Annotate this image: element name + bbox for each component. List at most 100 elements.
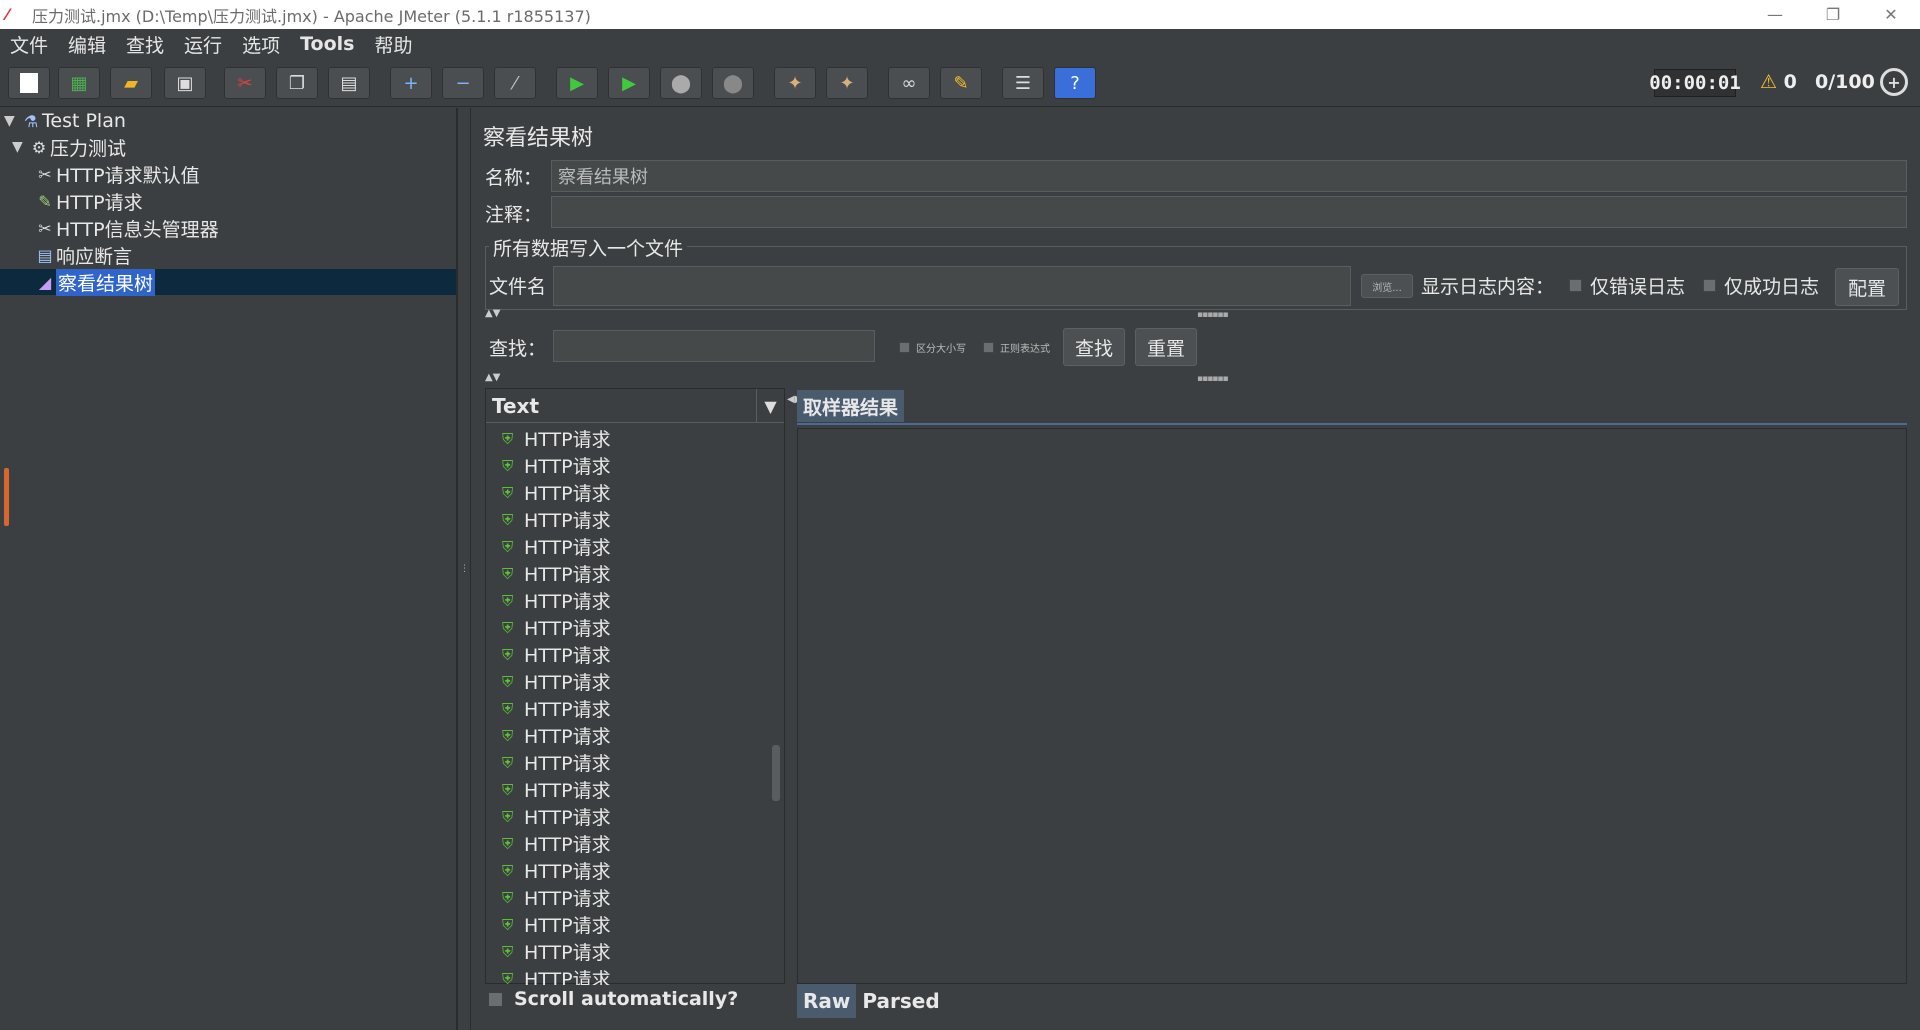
list-item[interactable]: ⛨ HTTP请求 (502, 938, 611, 965)
shutdown-icon[interactable]: ⬤ (712, 67, 754, 99)
filename-label: 文件名 (489, 276, 547, 298)
errors-only-checkbox[interactable]: 仅错误日志 (1569, 272, 1685, 299)
tab-parsed[interactable]: Parsed (856, 984, 945, 1018)
list-item[interactable]: ⛨ HTTP请求 (502, 533, 611, 560)
browse-button[interactable]: 浏览... (1361, 274, 1413, 298)
list-item[interactable]: ⛨ HTTP请求 (502, 668, 611, 695)
splitter-grip-icon[interactable]: ▪▪▪▪▪▪ (1197, 374, 1229, 384)
sample-list[interactable]: ⛨ HTTP请求 ⛨ HTTP请求 ⛨ HTTP请求 ⛨ HTTP请求 ⛨ HTTP请求 … (486, 425, 784, 985)
checkbox-box[interactable] (1703, 279, 1716, 292)
list-scrollbar-thumb[interactable] (772, 745, 780, 801)
list-item[interactable]: ⛨ HTTP请求 (502, 560, 611, 587)
list-item-label: HTTP请求 (524, 510, 611, 532)
list-item[interactable]: ⛨ HTTP请求 (502, 803, 611, 830)
warning-counter[interactable]: ⚠ 0 (1760, 71, 1797, 93)
tree-node-thread-group[interactable]: ▼ ⚙ 压力测试 (12, 134, 126, 160)
collapse-arrows-icon[interactable]: ▲▼ (485, 372, 500, 383)
renderer-select-label[interactable]: Text (492, 394, 539, 418)
list-item[interactable]: ⛨ HTTP请求 (502, 965, 611, 985)
close-button[interactable]: ✕ (1862, 0, 1920, 29)
tree-node-header-manager[interactable]: ✂ HTTP信息头管理器 (34, 215, 219, 241)
help-icon[interactable]: ? (1054, 67, 1096, 99)
chevron-down-icon[interactable]: ▼ (756, 389, 784, 423)
splitter-grip-icon[interactable]: ▪▪▪▪▪▪ (1197, 310, 1229, 320)
tree-node-http-defaults[interactable]: ✂ HTTP请求默认值 (34, 161, 199, 187)
list-item[interactable]: ⛨ HTTP请求 (502, 695, 611, 722)
collapse-icon[interactable]: − (442, 67, 484, 99)
reset-button[interactable]: 重置 (1135, 328, 1197, 366)
list-item[interactable]: ⛨ HTTP请求 (502, 722, 611, 749)
copy-icon[interactable]: ❐ (276, 67, 318, 99)
list-item[interactable]: ⛨ HTTP请求 (502, 911, 611, 938)
comment-field[interactable] (551, 196, 1907, 228)
toggle-icon[interactable]: ⁄ (494, 67, 536, 99)
scroll-automatically-checkbox[interactable]: Scroll automatically? (489, 988, 738, 1010)
collapse-arrows-icon[interactable]: ▲▼ (485, 308, 500, 319)
templates-icon[interactable]: ▦ (58, 67, 100, 99)
clear-icon[interactable]: ✦ (774, 67, 816, 99)
remote-globe-icon[interactable]: + (1880, 68, 1908, 96)
search-button[interactable]: 查找 (1063, 328, 1125, 366)
paste-icon[interactable]: ▤ (328, 67, 370, 99)
tab-sampler-result[interactable]: 取样器结果 (797, 390, 905, 422)
list-item[interactable]: ⛨ HTTP请求 (502, 857, 611, 884)
menu-file[interactable]: 文件 (0, 31, 58, 58)
list-item[interactable]: ⛨ HTTP请求 (502, 479, 611, 506)
tree-node-view-results-tree[interactable]: ◢ 察看结果树 (0, 268, 456, 296)
list-item[interactable]: ⛨ HTTP请求 (502, 884, 611, 911)
tab-raw[interactable]: Raw (797, 984, 857, 1018)
cut-icon[interactable]: ✂ (224, 67, 266, 99)
list-item[interactable]: ⛨ HTTP请求 (502, 506, 611, 533)
list-item[interactable]: ⛨ HTTP请求 (502, 830, 611, 857)
save-icon[interactable]: ▣ (164, 67, 206, 99)
list-item[interactable]: ⛨ HTTP请求 (502, 425, 611, 452)
list-item[interactable]: ⛨ HTTP请求 (502, 614, 611, 641)
case-sensitive-checkbox[interactable]: 区分大小写 (899, 340, 966, 355)
result-content-area[interactable] (797, 428, 1907, 984)
tree-node-test-plan[interactable]: ▼ ⚗ Test Plan (4, 108, 126, 134)
search-input[interactable] (553, 330, 875, 362)
configure-button[interactable]: 配置 (1835, 268, 1899, 306)
name-field[interactable]: 察看结果树 (551, 160, 1907, 192)
open-icon[interactable]: ▰ (110, 67, 152, 99)
checkbox-box[interactable] (983, 342, 994, 353)
list-item[interactable]: ⛨ HTTP请求 (502, 641, 611, 668)
errors-only-label: 仅错误日志 (1590, 276, 1686, 298)
menu-help[interactable]: 帮助 (364, 31, 422, 58)
start-no-pause-icon[interactable]: ▶ (608, 67, 650, 99)
tree-node-label: HTTP信息头管理器 (56, 218, 219, 241)
success-only-checkbox[interactable]: 仅成功日志 (1703, 272, 1819, 299)
clear-all-icon[interactable]: ✦ (826, 67, 868, 99)
function-helper-icon[interactable]: ☰ (1002, 67, 1044, 99)
result-detail-panel: 取样器结果 (797, 388, 1909, 984)
minimize-button[interactable]: — (1746, 0, 1804, 29)
menu-options[interactable]: 选项 (232, 31, 290, 58)
menu-search[interactable]: 查找 (116, 31, 174, 58)
stop-icon[interactable]: ⬤ (660, 67, 702, 99)
menu-edit[interactable]: 编辑 (58, 31, 116, 58)
checkbox-box[interactable] (1569, 279, 1582, 292)
list-item[interactable]: ⛨ HTTP请求 (502, 452, 611, 479)
split-pane-divider[interactable]: ⋮ (460, 108, 470, 1030)
menu-run[interactable]: 运行 (174, 31, 232, 58)
list-item[interactable]: ⛨ HTTP请求 (502, 749, 611, 776)
list-item-label: HTTP请求 (524, 834, 611, 856)
success-shield-icon: ⛨ (502, 483, 514, 502)
checkbox-box[interactable] (899, 342, 910, 353)
menu-tools[interactable]: Tools (290, 33, 364, 55)
reset-search-icon[interactable]: ✎ (940, 67, 982, 99)
list-item[interactable]: ⛨ HTTP请求 (502, 587, 611, 614)
restore-button[interactable]: ❐ (1804, 0, 1862, 29)
tree-node-http-request[interactable]: ✎ HTTP请求 (34, 188, 142, 214)
tree-node-response-assertion[interactable]: ▤ 响应断言 (34, 242, 132, 268)
search-binoculars-icon[interactable]: ∞ (888, 67, 930, 99)
new-icon[interactable] (8, 67, 50, 99)
regex-checkbox[interactable]: 正则表达式 (983, 340, 1050, 355)
list-item[interactable]: ⛨ HTTP请求 (502, 776, 611, 803)
start-icon[interactable]: ▶ (556, 67, 598, 99)
filename-field[interactable] (553, 266, 1351, 306)
expand-arrow-icon[interactable]: ▼ (12, 139, 28, 155)
checkbox-box[interactable] (489, 992, 502, 1006)
expand-arrow-icon[interactable]: ▼ (4, 113, 20, 129)
expand-icon[interactable]: + (390, 67, 432, 99)
